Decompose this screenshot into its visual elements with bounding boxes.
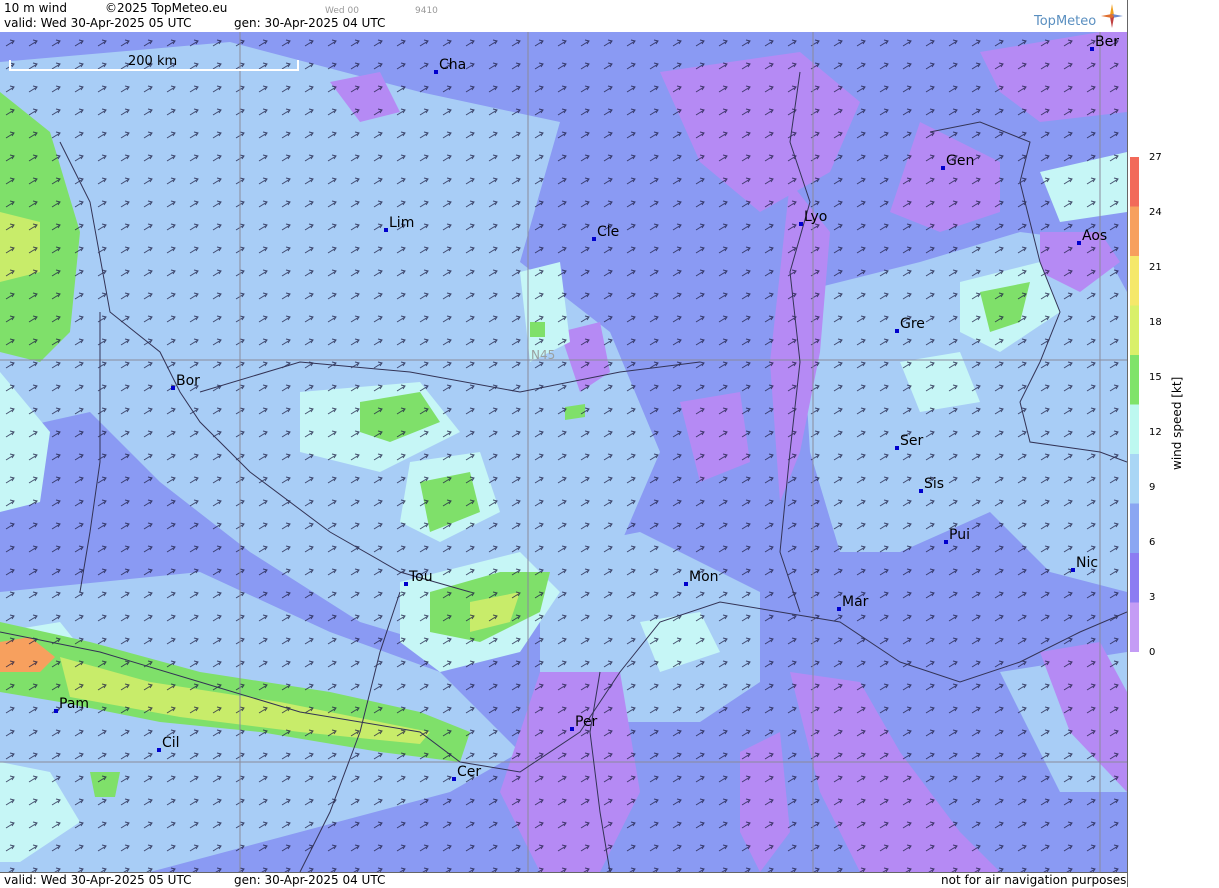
svg-text:Ber: Ber <box>1095 34 1119 50</box>
city-marker: Ber <box>1090 34 1119 51</box>
generated-time: gen: 30-Apr-2025 04 UTC <box>234 16 386 30</box>
copyright-text: ©2025 TopMeteo.eu <box>105 1 228 15</box>
svg-text:Pam: Pam <box>59 696 89 712</box>
city-marker: Mar <box>837 594 869 611</box>
legend-color-bar <box>1130 157 1139 652</box>
legend-tick: 12 <box>1149 427 1162 438</box>
map-title: 10 m wind <box>4 1 67 15</box>
legend-tick: 27 <box>1149 152 1162 163</box>
legend-tick: 6 <box>1149 537 1156 548</box>
valid-time: valid: Wed 30-Apr-2025 05 UTC <box>4 16 192 30</box>
svg-text:Gen: Gen <box>946 153 974 169</box>
small-code-label: 9410 <box>415 6 438 16</box>
svg-text:Tou: Tou <box>408 569 433 585</box>
svg-text:Lim: Lim <box>389 215 414 231</box>
city-marker: Nic <box>1071 555 1098 572</box>
svg-text:Nic: Nic <box>1076 555 1098 571</box>
wind-map: 200 km N45 Cha Lim Cle Lyo Gen Ber Aos G… <box>0 32 1127 872</box>
footer-generated-time: gen: 30-Apr-2025 04 UTC <box>234 873 386 887</box>
svg-text:Cle: Cle <box>597 224 619 240</box>
city-marker: Per <box>570 714 598 731</box>
scale-label: 200 km <box>128 54 177 69</box>
city-marker: Cer <box>452 764 481 781</box>
city-marker: Gen <box>941 153 974 170</box>
svg-text:Ser: Ser <box>900 433 924 449</box>
city-marker: Tou <box>404 569 433 586</box>
disclaimer-text: not for air navigation purposes <box>941 873 1127 887</box>
svg-text:Aos: Aos <box>1082 228 1107 244</box>
city-marker: Lyo <box>799 209 827 226</box>
header-bar: 10 m wind ©2025 TopMeteo.eu Wed 00 9410 … <box>0 0 1127 33</box>
city-marker: Mon <box>684 569 719 586</box>
city-marker: Aos <box>1077 228 1107 245</box>
city-marker: Cle <box>592 224 619 241</box>
latitude-label: N45 <box>531 348 555 362</box>
svg-text:Bor: Bor <box>176 373 200 389</box>
city-marker: Gre <box>895 316 925 333</box>
svg-text:Mar: Mar <box>842 594 869 610</box>
city-marker: Ser <box>895 433 924 450</box>
legend-tick: 15 <box>1149 372 1162 383</box>
brand-name: TopMeteo <box>1034 14 1097 29</box>
legend-tick: 21 <box>1149 262 1162 273</box>
footer-valid-time: valid: Wed 30-Apr-2025 05 UTC <box>4 873 192 887</box>
svg-text:Pui: Pui <box>949 527 970 543</box>
footer-bar: valid: Wed 30-Apr-2025 05 UTC gen: 30-Ap… <box>0 872 1127 888</box>
legend-tick: 3 <box>1149 592 1156 603</box>
svg-text:Lyo: Lyo <box>804 209 827 225</box>
svg-text:Cha: Cha <box>439 57 466 73</box>
svg-text:Gre: Gre <box>900 316 925 332</box>
svg-text:Cil: Cil <box>162 735 180 751</box>
svg-text:Mon: Mon <box>689 569 719 585</box>
city-marker: Pam <box>54 696 89 713</box>
city-marker: Bor <box>171 373 200 390</box>
legend-tick: 9 <box>1149 482 1156 493</box>
svg-text:Per: Per <box>575 714 598 730</box>
city-marker: Cha <box>434 57 466 74</box>
legend-title: wind speed [kt] <box>1170 376 1184 470</box>
compass-icon <box>1101 4 1123 28</box>
legend-tick: 0 <box>1149 647 1156 658</box>
wind-field: 200 km N45 Cha Lim Cle Lyo Gen Ber Aos G… <box>0 32 1127 872</box>
legend-tick: 24 <box>1149 207 1162 218</box>
legend-tick: 18 <box>1149 317 1162 328</box>
svg-text:Cer: Cer <box>457 764 481 780</box>
city-marker: Lim <box>384 215 414 232</box>
svg-text:Sis: Sis <box>924 476 944 492</box>
